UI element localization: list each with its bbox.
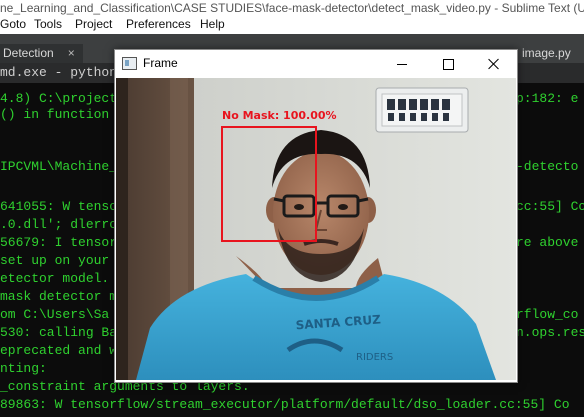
menu-help[interactable]: Help [200,17,225,32]
maximize-button[interactable] [425,50,471,78]
terminal-line-right: -detecto [516,159,579,174]
minimize-icon [397,63,407,65]
webcam-frame: SANTA CRUZ RIDERS No Mask: 100.00% [116,78,516,380]
menu-tools[interactable]: Tools [34,17,62,32]
right-eye [338,204,348,210]
terminal-line-right: cc:55] Co [516,199,584,214]
close-tab-icon[interactable]: × [68,46,75,60]
terminal-line: eprecated and w [0,343,118,358]
frame-title-bar[interactable]: Frame [115,50,517,78]
terminal-line: 56679: I tensor [0,235,118,250]
shirt-print-bottom: RIDERS [356,352,393,363]
terminal-line: 89863: W tensorflow/stream_executor/plat… [0,397,570,412]
tab-image-py[interactable]: image.py [518,44,584,63]
terminal-line: .0.dll'; dlerro [0,217,118,232]
sublime-title-bar: ne_Learning_and_Classification\CASE STUD… [0,0,584,17]
left-eye [294,204,304,210]
menu-project[interactable]: Project [75,17,112,32]
menu-goto[interactable]: Goto [0,17,26,32]
frame-window[interactable]: Frame SANTA CRUZ RIDERS No Mask: 100.00% [114,49,518,383]
terminal-line: () in function [0,107,110,122]
minimize-button[interactable] [379,50,425,78]
video-feed: SANTA CRUZ RIDERS No Mask: 100.00% [116,78,516,380]
terminal-line-right: n.ops.res [516,325,584,340]
terminal-line: 4.8) C:\project [0,91,118,106]
sublime-window-title: ne_Learning_and_Classification\CASE STUD… [0,1,584,15]
terminal-line: nting: [0,361,47,376]
menu-bar: Goto Tools Project Preferences Help [0,17,584,34]
terminal-line-right: rflow_co [516,307,579,322]
close-icon [488,58,500,70]
terminal-line-right: re above [516,235,579,250]
frame-title: Frame [143,56,178,70]
terminal-line: om C:\Users\Sa [0,307,110,322]
tab-label: image.py [522,46,571,60]
tab-detection[interactable]: Detection × [0,44,83,63]
close-button[interactable] [471,50,517,78]
terminal-line-right: p:182: e [516,91,579,106]
menu-preferences[interactable]: Preferences [126,17,191,32]
detection-label: No Mask: 100.00% [222,109,337,122]
door-edge [116,78,128,380]
terminal-line: set up on your [0,253,110,268]
switch-board [375,87,469,133]
terminal-line: 530: calling Ba [0,325,118,340]
terminal-line: etector model. [0,271,110,286]
terminal-line: 641055: W tensor [0,199,125,214]
terminal-line: mask detector m [0,289,118,304]
maximize-icon [442,58,454,70]
window-app-icon [122,57,137,70]
terminal-line: IPCVML\Machine_ [0,159,118,174]
tab-label: Detection [3,46,54,60]
